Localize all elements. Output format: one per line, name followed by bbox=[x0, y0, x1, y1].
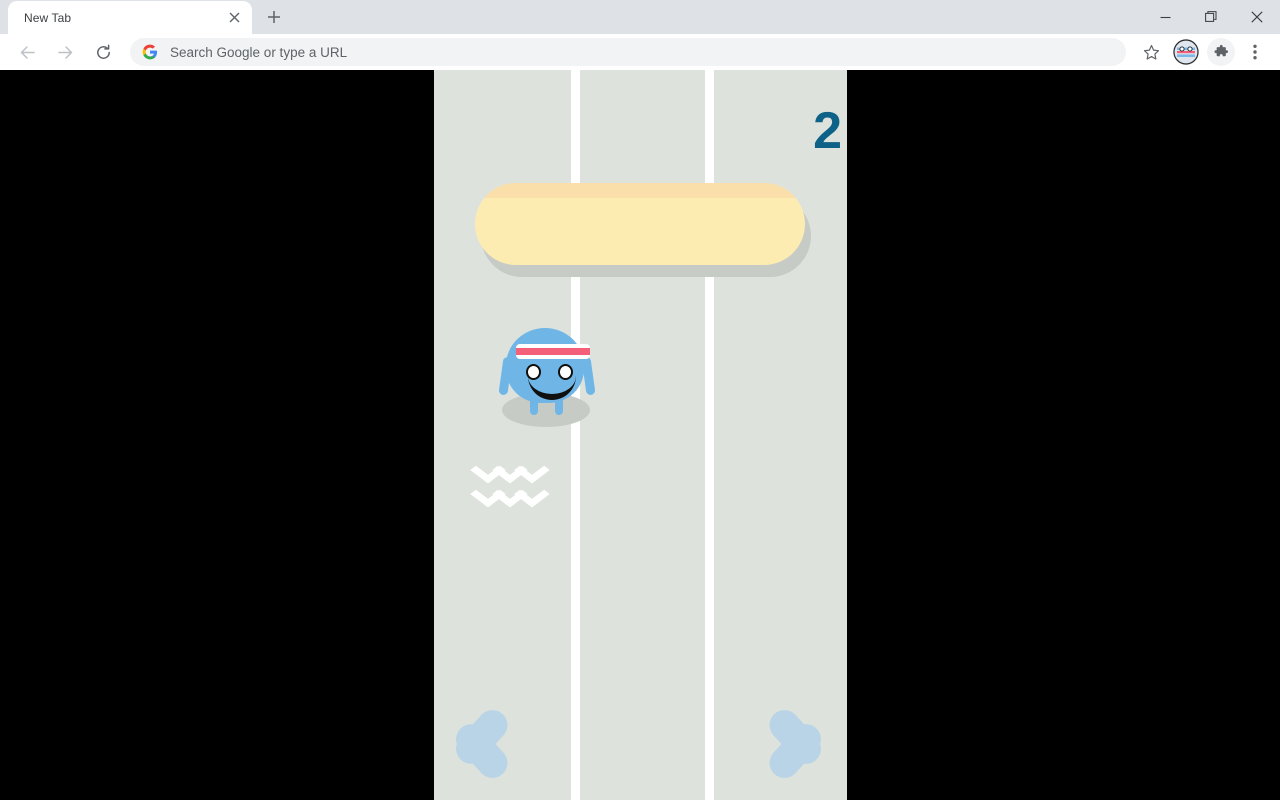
character-smile bbox=[528, 376, 576, 400]
score-display: 2 bbox=[813, 102, 842, 160]
speed-chevron-row bbox=[475, 458, 545, 482]
avatar-icon[interactable] bbox=[1173, 39, 1199, 65]
chevron-left-icon[interactable] bbox=[440, 694, 514, 790]
maximize-icon[interactable] bbox=[1188, 0, 1234, 34]
close-icon[interactable] bbox=[224, 8, 244, 28]
three-dots-menu-icon[interactable] bbox=[1241, 38, 1269, 66]
google-g-icon bbox=[142, 44, 158, 60]
speed-chevron-row bbox=[475, 482, 545, 506]
chevron-right-icon[interactable] bbox=[763, 694, 843, 790]
minimize-icon[interactable] bbox=[1142, 0, 1188, 34]
arrow-right-icon[interactable] bbox=[51, 38, 79, 66]
platform-body bbox=[475, 183, 805, 265]
arrow-left-icon[interactable] bbox=[13, 38, 41, 66]
page-viewport: 2 bbox=[0, 70, 1280, 800]
star-icon[interactable] bbox=[1137, 38, 1165, 66]
chevron-down-icon bbox=[519, 458, 539, 482]
yellow-platform-obstacle bbox=[475, 183, 811, 277]
platform-top-highlight bbox=[475, 183, 805, 198]
character-headband bbox=[516, 344, 590, 359]
browser-toolbar: Search Google or type a URL bbox=[0, 34, 1280, 70]
tab-title: New Tab bbox=[24, 10, 72, 25]
speed-chevrons bbox=[475, 458, 545, 510]
lane-divider bbox=[705, 70, 714, 800]
search-input[interactable]: Search Google or type a URL bbox=[130, 38, 1126, 66]
plus-icon[interactable] bbox=[260, 3, 288, 31]
lane-divider bbox=[571, 70, 580, 800]
browser-tab[interactable]: New Tab bbox=[8, 1, 252, 34]
character-body bbox=[506, 328, 590, 403]
browser-window: New Tab Search Google or type a URL 2 bbox=[0, 0, 1280, 800]
chevron-down-icon bbox=[519, 482, 539, 506]
reload-icon[interactable] bbox=[89, 38, 117, 66]
window-controls bbox=[1142, 0, 1280, 34]
puzzle-piece-icon[interactable] bbox=[1207, 38, 1235, 66]
character-headband-stripe bbox=[516, 348, 590, 355]
game-stage[interactable]: 2 bbox=[434, 70, 847, 800]
tab-strip: New Tab bbox=[0, 0, 1280, 34]
omnibox-placeholder: Search Google or type a URL bbox=[170, 44, 348, 60]
player-character[interactable] bbox=[498, 325, 598, 435]
close-icon[interactable] bbox=[1234, 0, 1280, 34]
